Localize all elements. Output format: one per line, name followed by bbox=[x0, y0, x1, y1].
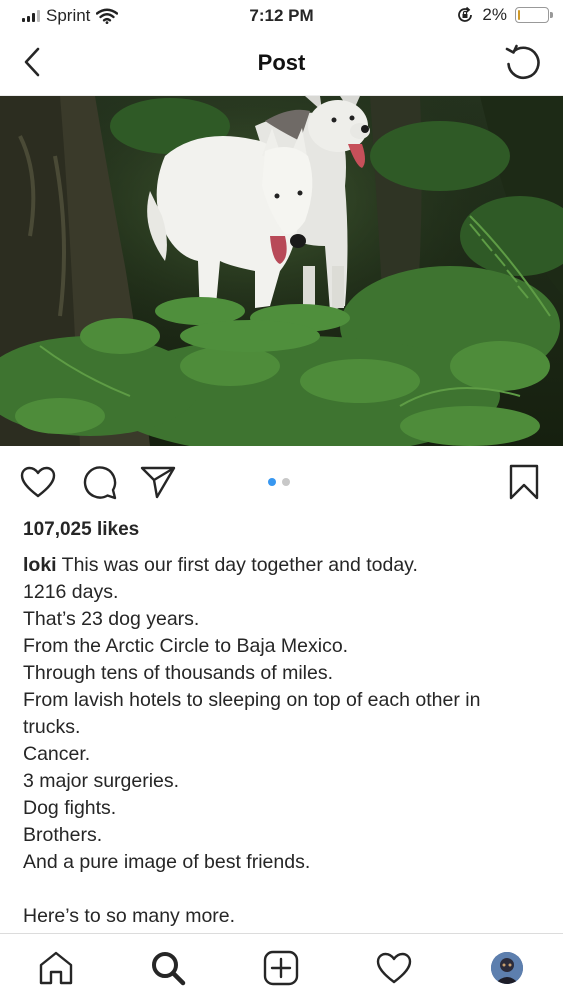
search-icon bbox=[152, 952, 186, 986]
caption-line: Through tens of thousands of miles. bbox=[23, 662, 334, 684]
comment-button[interactable] bbox=[80, 462, 120, 502]
caption-line: Here’s to so many more. bbox=[23, 905, 236, 927]
refresh-icon bbox=[505, 44, 540, 80]
send-icon bbox=[140, 466, 176, 499]
battery-percent: 2% bbox=[482, 5, 507, 24]
refresh-button[interactable] bbox=[503, 42, 543, 82]
status-right: 2% bbox=[456, 5, 553, 25]
caption-line: Cancer. bbox=[23, 743, 91, 765]
avatar bbox=[491, 952, 523, 984]
battery-icon bbox=[515, 7, 553, 23]
like-button[interactable] bbox=[18, 462, 58, 502]
post-photo-dogs bbox=[0, 96, 563, 446]
status-bar: Sprint 7:12 PM 2% bbox=[0, 0, 563, 32]
comment-icon bbox=[83, 466, 117, 500]
caption-line: 3 major surgeries. bbox=[23, 770, 180, 792]
caption-line: Brothers. bbox=[23, 824, 103, 846]
save-button[interactable] bbox=[504, 462, 544, 502]
share-button[interactable] bbox=[138, 462, 178, 502]
post-image[interactable] bbox=[0, 96, 563, 446]
tab-activity[interactable] bbox=[372, 946, 416, 990]
caption-line: And a pure image of best friends. bbox=[23, 851, 311, 873]
carousel-dot-active bbox=[268, 478, 276, 486]
caption-line: From lavish hotels to sleeping on top of… bbox=[23, 689, 481, 711]
tab-new-post[interactable] bbox=[259, 946, 303, 990]
heart-icon bbox=[376, 952, 412, 984]
caption-text: This was our first day together and toda… bbox=[56, 554, 418, 576]
home-icon bbox=[39, 951, 73, 985]
tab-home[interactable] bbox=[34, 946, 78, 990]
caption-line: From the Arctic Circle to Baja Mexico. bbox=[23, 635, 349, 657]
bookmark-icon bbox=[509, 464, 539, 500]
tab-search[interactable] bbox=[146, 946, 190, 990]
like-count[interactable]: 107,025 likes bbox=[23, 519, 139, 541]
tab-bar bbox=[0, 933, 563, 1001]
caption-line: Dog fights. bbox=[23, 797, 117, 819]
nav-bar: Post bbox=[0, 32, 563, 96]
heart-icon bbox=[20, 466, 56, 498]
tab-profile[interactable] bbox=[485, 946, 529, 990]
post-caption: loki This was our first day together and… bbox=[23, 552, 548, 930]
caption-line: That’s 23 dog years. bbox=[23, 608, 200, 630]
carousel-indicator bbox=[268, 478, 290, 486]
carousel-dot bbox=[282, 478, 290, 486]
page-title: Post bbox=[257, 50, 306, 75]
caption-line: 1216 days. bbox=[23, 581, 119, 603]
caption-username[interactable]: loki bbox=[23, 554, 57, 576]
caption-line: trucks. bbox=[23, 716, 81, 738]
caption-first-line: loki This was our first day together and… bbox=[23, 552, 548, 579]
post-actions bbox=[0, 458, 563, 508]
add-post-icon bbox=[263, 950, 299, 986]
orientation-lock-icon bbox=[458, 6, 473, 22]
